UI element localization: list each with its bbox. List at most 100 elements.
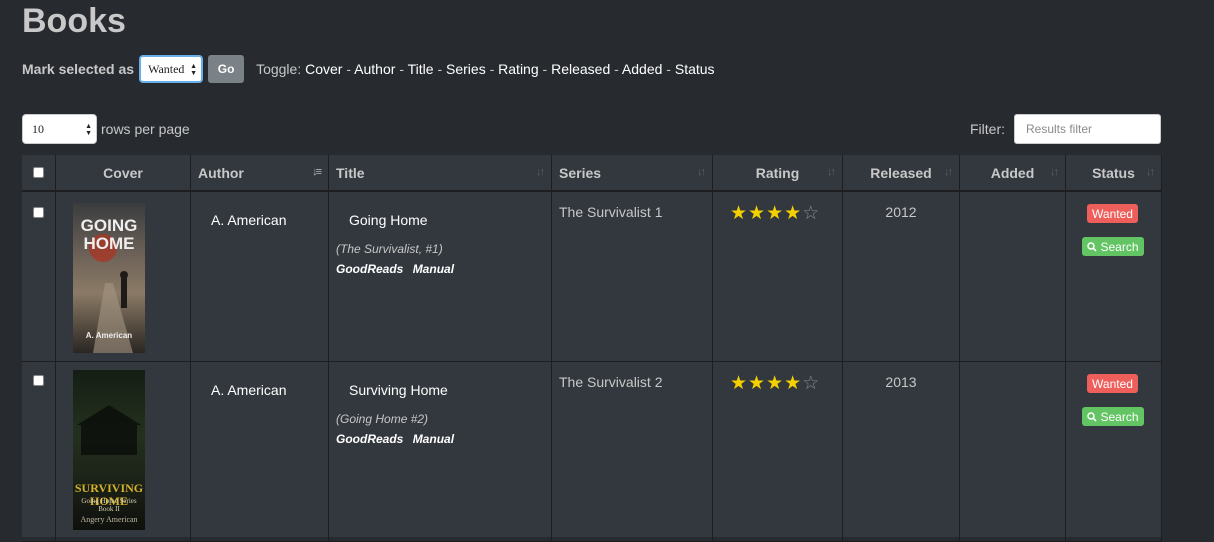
released-year: 2012 [885, 204, 917, 220]
column-label: Status [1092, 164, 1135, 181]
toggle-title[interactable]: Title [408, 61, 434, 77]
star-filled-icon: ★ [766, 373, 785, 394]
manual-link[interactable]: Manual [413, 262, 454, 276]
book-cover-image[interactable]: GOING HOME A. American [73, 203, 145, 353]
filter-label: Filter: [970, 121, 1005, 137]
column-label: Title [336, 164, 365, 181]
table-row-select-cell [22, 192, 56, 362]
toggle-status[interactable]: Status [675, 61, 715, 77]
search-button-label: Search [1100, 409, 1139, 424]
rows-per-page-label: rows per page [101, 121, 190, 137]
rows-per-page-select[interactable]: 10 ▲ ▼ [22, 114, 97, 144]
column-label: Author [198, 164, 244, 181]
rating-cell: ★★★★☆ [713, 362, 843, 542]
toggle-rating[interactable]: Rating [498, 61, 538, 77]
released-year: 2013 [885, 374, 917, 390]
rating-cell: ★★★★☆ [713, 192, 843, 362]
select-all-header [22, 155, 56, 192]
status-wanted-badge[interactable]: Wanted [1087, 374, 1138, 393]
series-link[interactable]: The Survivalist 2 [559, 374, 662, 390]
star-filled-icon: ★ [784, 203, 803, 224]
toggle-separator: - [614, 61, 619, 77]
book-title-link[interactable]: Surviving Home [349, 382, 448, 398]
book-subtitle: (Going Home #2) [336, 412, 429, 426]
select-arrows-icon: ▲ ▼ [85, 122, 92, 137]
search-icon [1087, 411, 1098, 422]
book-cover-image[interactable]: SURVIVING HOME Going Home Series Book II… [73, 370, 145, 530]
sort-icon: ↓≡ [312, 166, 322, 178]
cover-author: Angery American [80, 515, 138, 524]
column-label: Rating [755, 164, 800, 181]
goodreads-link[interactable]: GoodReads [336, 432, 403, 446]
sort-icon: ↓↑ [697, 166, 706, 178]
toggle-separator: - [542, 61, 548, 77]
column-header-status[interactable]: Status ↓↑ [1066, 155, 1162, 192]
row-checkbox[interactable] [33, 375, 44, 386]
author-link[interactable]: A. American [211, 382, 286, 398]
search-button[interactable]: Search [1082, 407, 1144, 426]
series-link[interactable]: The Survivalist 1 [559, 204, 662, 220]
author-cell: A. American [191, 362, 329, 542]
status-wanted-badge[interactable]: Wanted [1087, 204, 1138, 223]
star-filled-icon: ★ [748, 373, 767, 394]
cover-series-line: Going Home Series Book II [81, 497, 137, 513]
toggle-separator: - [346, 61, 352, 77]
filter-placeholder: Results filter [1026, 122, 1093, 136]
manual-link[interactable]: Manual [413, 432, 454, 446]
series-cell: The Survivalist 2 [552, 362, 713, 542]
books-table: Cover Author ↓≡ Title ↓↑ Series ↓↑ Ratin… [22, 155, 1162, 542]
rows-per-page-bar: 10 ▲ ▼ rows per page [22, 114, 190, 144]
added-cell [960, 362, 1066, 542]
added-cell [960, 192, 1066, 362]
results-filter-input[interactable]: Results filter [1014, 114, 1161, 144]
star-filled-icon: ★ [766, 203, 785, 224]
toggle-released[interactable]: Released [551, 61, 610, 77]
toggle-label: Toggle: [256, 61, 302, 77]
star-filled-icon: ★ [748, 203, 767, 224]
status-select-value: Wanted [148, 61, 185, 76]
search-button-label: Search [1100, 239, 1139, 254]
title-cell: Surviving Home (Going Home #2) GoodReads… [329, 362, 552, 542]
toggle-cover[interactable]: Cover [305, 61, 342, 77]
column-header-series[interactable]: Series ↓↑ [552, 155, 713, 192]
column-header-rating[interactable]: Rating ↓↑ [713, 155, 843, 192]
go-button[interactable]: Go [208, 55, 245, 83]
column-header-released[interactable]: Released ↓↑ [843, 155, 960, 192]
filter-bar: Filter: Results filter [970, 114, 1161, 144]
toggle-series[interactable]: Series [446, 61, 486, 77]
sort-icon: ↓↑ [944, 166, 953, 178]
column-header-title[interactable]: Title ↓↑ [329, 155, 552, 192]
column-header-cover[interactable]: Cover [56, 155, 191, 192]
row-checkbox[interactable] [33, 207, 44, 218]
series-cell: The Survivalist 1 [552, 192, 713, 362]
author-cell: A. American [191, 192, 329, 362]
mark-selected-label: Mark selected as [22, 61, 135, 77]
column-header-added[interactable]: Added ↓↑ [960, 155, 1066, 192]
search-icon [1087, 241, 1098, 252]
released-cell: 2012 [843, 192, 960, 362]
mark-selected-bar: Mark selected as Wanted ▲ ▼ Go Toggle: Co… [22, 54, 715, 84]
star-filled-icon: ★ [730, 203, 749, 224]
toggle-author[interactable]: Author [354, 61, 395, 77]
sort-icon: ↓↑ [1146, 166, 1155, 178]
book-subtitle: (The Survivalist, #1) [336, 242, 443, 256]
cover-cell: SURVIVING HOME Going Home Series Book II… [56, 362, 191, 542]
author-link[interactable]: A. American [211, 212, 286, 228]
select-arrows-icon: ▲ ▼ [190, 62, 198, 77]
title-cell: Going Home (The Survivalist, #1) GoodRea… [329, 192, 552, 362]
select-all-checkbox[interactable] [33, 167, 44, 178]
sort-icon: ↓↑ [536, 166, 545, 178]
star-filled-icon: ★ [730, 373, 749, 394]
search-button[interactable]: Search [1082, 237, 1144, 256]
toggle-separator: - [399, 61, 404, 77]
status-cell: Wanted Search [1066, 192, 1162, 362]
toggle-added[interactable]: Added [622, 61, 662, 77]
sort-icon: ↓↑ [1050, 166, 1059, 178]
book-title-link[interactable]: Going Home [349, 212, 428, 228]
star-filled-icon: ★ [784, 373, 803, 394]
column-header-author[interactable]: Author ↓≡ [191, 155, 329, 192]
column-label: Added [990, 164, 1035, 181]
star-empty-icon: ☆ [802, 373, 821, 394]
goodreads-link[interactable]: GoodReads [336, 262, 403, 276]
status-select[interactable]: Wanted ▲ ▼ [139, 55, 204, 83]
